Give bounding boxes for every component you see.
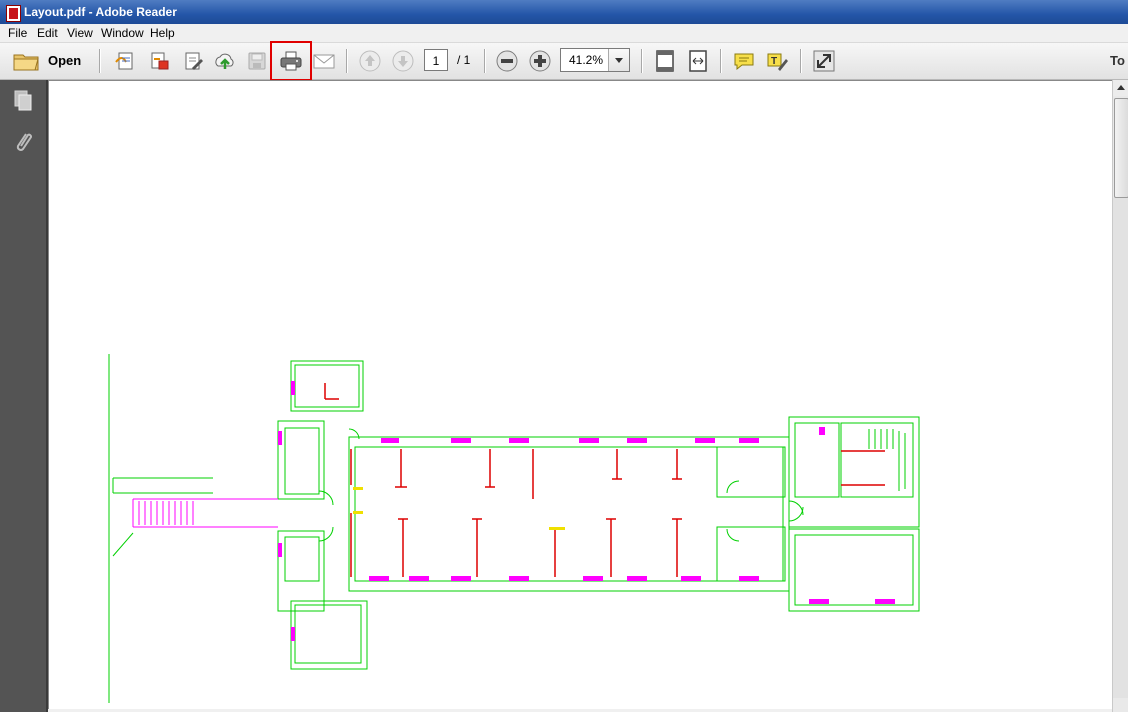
fit-page-icon bbox=[656, 50, 674, 72]
cloud-upload-button[interactable] bbox=[212, 48, 238, 74]
export-pdf-icon bbox=[151, 52, 169, 70]
scroll-up-arrow[interactable] bbox=[1113, 80, 1128, 96]
cloud-upload-icon bbox=[215, 53, 234, 69]
page-total: / 1 bbox=[457, 53, 471, 67]
fit-width-button[interactable] bbox=[685, 48, 711, 74]
window-title: Layout.pdf - Adobe Reader bbox=[24, 5, 177, 19]
tools-pane-button[interactable]: To bbox=[1110, 53, 1125, 68]
pages-icon bbox=[14, 90, 32, 111]
attachments-button[interactable] bbox=[10, 130, 36, 156]
menu-view[interactable]: View bbox=[67, 26, 93, 40]
menu-help[interactable]: Help bbox=[150, 26, 175, 40]
menu-file[interactable]: File bbox=[8, 26, 27, 40]
zoom-value: 41.2% bbox=[569, 53, 604, 67]
title-bar: Layout.pdf - Adobe Reader bbox=[0, 0, 1128, 24]
edit-pdf-icon bbox=[185, 52, 203, 70]
arrow-down-icon bbox=[392, 50, 414, 72]
navigation-pane bbox=[0, 80, 48, 712]
arrow-up-icon bbox=[359, 50, 381, 72]
open-label: Open bbox=[48, 53, 82, 68]
minus-icon bbox=[496, 50, 518, 72]
expand-icon bbox=[813, 50, 835, 72]
floor-plan-drawing bbox=[108, 354, 920, 703]
fit-width-icon bbox=[689, 50, 707, 72]
open-button[interactable]: Open bbox=[8, 48, 88, 74]
scroll-thumb[interactable] bbox=[1114, 98, 1128, 198]
email-button[interactable] bbox=[311, 48, 337, 74]
pdf-app-icon bbox=[6, 5, 21, 22]
document-page[interactable] bbox=[48, 80, 1113, 709]
envelope-icon bbox=[313, 54, 335, 69]
next-page-button[interactable] bbox=[390, 48, 416, 74]
save-button[interactable] bbox=[244, 48, 270, 74]
print-highlight-box bbox=[270, 41, 312, 81]
highlight-text-button[interactable]: T bbox=[764, 48, 790, 74]
previous-page-button[interactable] bbox=[357, 48, 383, 74]
edit-pdf-button[interactable] bbox=[180, 48, 206, 74]
comment-button[interactable] bbox=[731, 48, 757, 74]
svg-text:T: T bbox=[771, 56, 777, 67]
plus-icon bbox=[529, 50, 551, 72]
zoom-select[interactable]: 41.2% bbox=[560, 48, 630, 72]
highlighter-icon: T bbox=[767, 53, 788, 71]
chevron-down-icon[interactable] bbox=[608, 49, 629, 71]
scroll-track[interactable] bbox=[1113, 198, 1128, 698]
menu-edit[interactable]: Edit bbox=[37, 26, 58, 40]
speech-bubble-icon bbox=[734, 53, 754, 71]
fit-page-button[interactable] bbox=[652, 48, 678, 74]
save-icon bbox=[248, 52, 266, 70]
export-pdf-button[interactable] bbox=[146, 48, 172, 74]
full-screen-button[interactable] bbox=[811, 48, 837, 74]
zoom-out-button[interactable] bbox=[494, 48, 520, 74]
zoom-in-button[interactable] bbox=[527, 48, 553, 74]
page-number-input[interactable]: 1 bbox=[424, 49, 448, 71]
paperclip-icon bbox=[16, 133, 32, 151]
folder-icon bbox=[13, 54, 39, 71]
menu-bar: File Edit View Window Help bbox=[0, 24, 1128, 43]
menu-window[interactable]: Window bbox=[101, 26, 144, 40]
page-thumbnails-button[interactable] bbox=[10, 88, 36, 114]
vertical-scrollbar[interactable] bbox=[1112, 80, 1128, 712]
create-pdf-button[interactable] bbox=[112, 48, 138, 74]
create-pdf-icon bbox=[115, 52, 133, 70]
